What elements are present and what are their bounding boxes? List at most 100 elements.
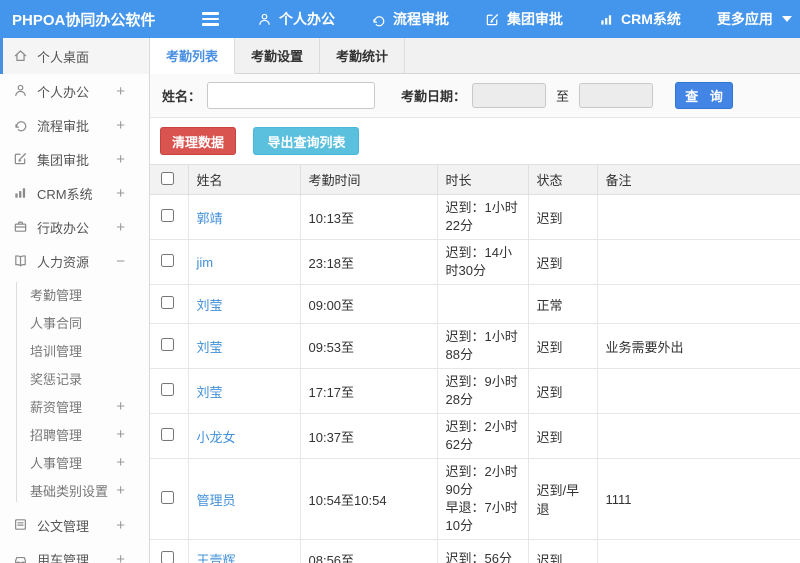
employee-name-link[interactable]: 小龙女 (197, 430, 236, 445)
table-row: 郭靖 10:13至 迟到：1小时22分 迟到 (150, 194, 800, 240)
sidebar-item-label: 个人桌面 (37, 49, 90, 65)
duration-cell: 迟到：2小时62分 (437, 413, 529, 459)
date-label: 考勤日期： (401, 89, 467, 104)
row-checkbox[interactable] (161, 296, 174, 309)
expand-plus-icon[interactable]: + (116, 186, 125, 201)
sidebar-item-vehicle-management[interactable]: 用车管理 + (0, 542, 149, 563)
duration-cell: 迟到：1小时88分 (437, 323, 529, 369)
select-all-checkbox[interactable] (161, 171, 174, 185)
top-nav-more-apps[interactable]: 更多应用 (717, 9, 792, 29)
bar-chart-icon (13, 185, 29, 201)
expand-plus-icon[interactable]: + (116, 220, 125, 235)
top-nav-workflow-approval[interactable]: 流程审批 (371, 9, 449, 29)
employee-name-link[interactable]: 刘莹 (197, 340, 223, 355)
tab-attendance-statistics[interactable]: 考勤统计 (320, 38, 405, 74)
duration-cell: 迟到：9小时28分 (437, 368, 529, 414)
sidebar-submenu-human-resources: 考勤管理 人事合同 培训管理 奖惩记录 薪资管理 + 招聘管理 + 人事管理 + 基础类别设置 + (0, 278, 149, 508)
sidebar-subitem-salary-management[interactable]: 薪资管理 + (0, 392, 149, 420)
sidebar-subitem-label: 考勤管理 (30, 287, 83, 303)
sidebar-item-label: 用车管理 (37, 552, 90, 563)
row-checkbox[interactable] (161, 428, 174, 441)
column-header: 时长 (437, 164, 529, 195)
employee-name-link[interactable]: 郭靖 (197, 211, 223, 226)
sidebar-item-human-resources[interactable]: 人力资源 − (0, 244, 149, 278)
top-nav-crm-system[interactable]: CRM系统 (599, 9, 681, 29)
sidebar-subitem-basic-category-settings[interactable]: 基础类别设置 + (0, 476, 149, 504)
flow-icon (371, 12, 386, 27)
expand-plus-icon[interactable]: + (116, 552, 125, 563)
sidebar-subitem-attendance-management[interactable]: 考勤管理 (0, 280, 149, 308)
column-header: 备注 (597, 164, 800, 195)
employee-name-link[interactable]: 王壹辉 (197, 553, 236, 563)
person-icon (257, 12, 272, 27)
tab-attendance-settings[interactable]: 考勤设置 (235, 38, 320, 74)
expand-plus-icon[interactable]: + (116, 427, 125, 442)
sidebar-subitem-personnel-contract[interactable]: 人事合同 (0, 308, 149, 336)
status-cell: 迟到 (528, 539, 598, 563)
sidebar-item-crm-system[interactable]: CRM系统 + (0, 176, 149, 210)
expand-plus-icon[interactable]: + (116, 518, 125, 533)
status-cell: 迟到 (528, 323, 598, 369)
clean-data-button[interactable]: 清理数据 (160, 127, 237, 155)
tab-attendance-list[interactable]: 考勤列表 (150, 38, 235, 74)
date-to-label: 至 (556, 89, 570, 104)
sidebar-subitem-label: 招聘管理 (30, 427, 83, 443)
top-nav-label: CRM系统 (621, 11, 681, 27)
top-nav-group-approval[interactable]: 集团审批 (485, 9, 563, 29)
hamburger-menu-icon[interactable] (202, 12, 219, 26)
top-nav-personal-office[interactable]: 个人办公 (257, 9, 335, 29)
note-cell (597, 413, 800, 459)
expand-plus-icon[interactable]: + (116, 84, 125, 99)
row-checkbox[interactable] (161, 383, 174, 396)
expand-plus-icon[interactable]: + (116, 399, 125, 414)
export-list-button[interactable]: 导出查询列表 (253, 127, 360, 155)
row-checkbox[interactable] (161, 254, 174, 267)
status-cell: 迟到 (528, 194, 598, 240)
expand-plus-icon[interactable]: + (116, 118, 125, 133)
sidebar-item-personal-desktop[interactable]: 个人桌面 (0, 38, 149, 74)
attendance-table: 姓名 考勤时间 时长 状态 备注 郭靖 10:13至 迟到：1小时22分 迟到 jim 23:18… (150, 164, 800, 563)
sidebar-subitem-recruitment-management[interactable]: 招聘管理 + (0, 420, 149, 448)
row-checkbox[interactable] (161, 338, 174, 351)
attendance-table-head: 姓名 考勤时间 时长 状态 备注 (150, 164, 800, 195)
status-cell: 迟到 (528, 239, 598, 285)
note-cell (597, 284, 800, 324)
employee-name-link[interactable]: 刘莹 (197, 385, 223, 400)
duration-cell: 迟到：2小时90分 早退：7小时10分 (437, 458, 529, 540)
briefcase-icon (13, 219, 29, 235)
column-header: 考勤时间 (300, 164, 438, 195)
employee-name-link[interactable]: 刘莹 (197, 298, 223, 313)
query-button[interactable]: 查 询 (675, 82, 734, 109)
row-checkbox[interactable] (161, 491, 174, 504)
sidebar-item-personal-office[interactable]: 个人办公 + (0, 74, 149, 108)
duration-cell: 迟到：14小时30分 (437, 239, 529, 285)
sidebar-subitem-reward-punishment[interactable]: 奖惩记录 (0, 364, 149, 392)
sidebar-subitem-label: 人事合同 (30, 315, 83, 331)
sidebar-item-group-approval[interactable]: 集团审批 + (0, 142, 149, 176)
employee-name-link[interactable]: jim (197, 255, 214, 270)
date-from-input[interactable] (472, 83, 547, 108)
row-checkbox[interactable] (161, 551, 174, 563)
sidebar-item-label: 公文管理 (37, 518, 90, 534)
expand-plus-icon[interactable]: + (116, 455, 125, 470)
sidebar-subitem-label: 基础类别设置 (30, 483, 109, 499)
table-row: 刘莹 09:00至 正常 (150, 284, 800, 324)
note-cell (597, 539, 800, 563)
date-to-input[interactable] (579, 83, 654, 108)
sidebar-subitem-personnel-management[interactable]: 人事管理 + (0, 448, 149, 476)
bar-chart-icon (599, 12, 614, 27)
sidebar-subitem-training-management[interactable]: 培训管理 (0, 336, 149, 364)
sidebar-item-document-management[interactable]: 公文管理 + (0, 508, 149, 542)
name-search-input[interactable] (207, 82, 376, 109)
edit-icon (485, 12, 500, 27)
sidebar-item-workflow-approval[interactable]: 流程审批 + (0, 108, 149, 142)
row-checkbox[interactable] (161, 209, 174, 222)
expand-plus-icon[interactable]: + (116, 152, 125, 167)
sidebar-item-admin-office[interactable]: 行政办公 + (0, 210, 149, 244)
collapse-minus-icon[interactable]: − (116, 254, 125, 269)
expand-plus-icon[interactable]: + (116, 483, 125, 498)
attendance-time-cell: 17:17至 (300, 368, 438, 414)
employee-name-link[interactable]: 管理员 (197, 493, 236, 508)
person-icon (13, 83, 29, 99)
document-icon (13, 517, 29, 533)
